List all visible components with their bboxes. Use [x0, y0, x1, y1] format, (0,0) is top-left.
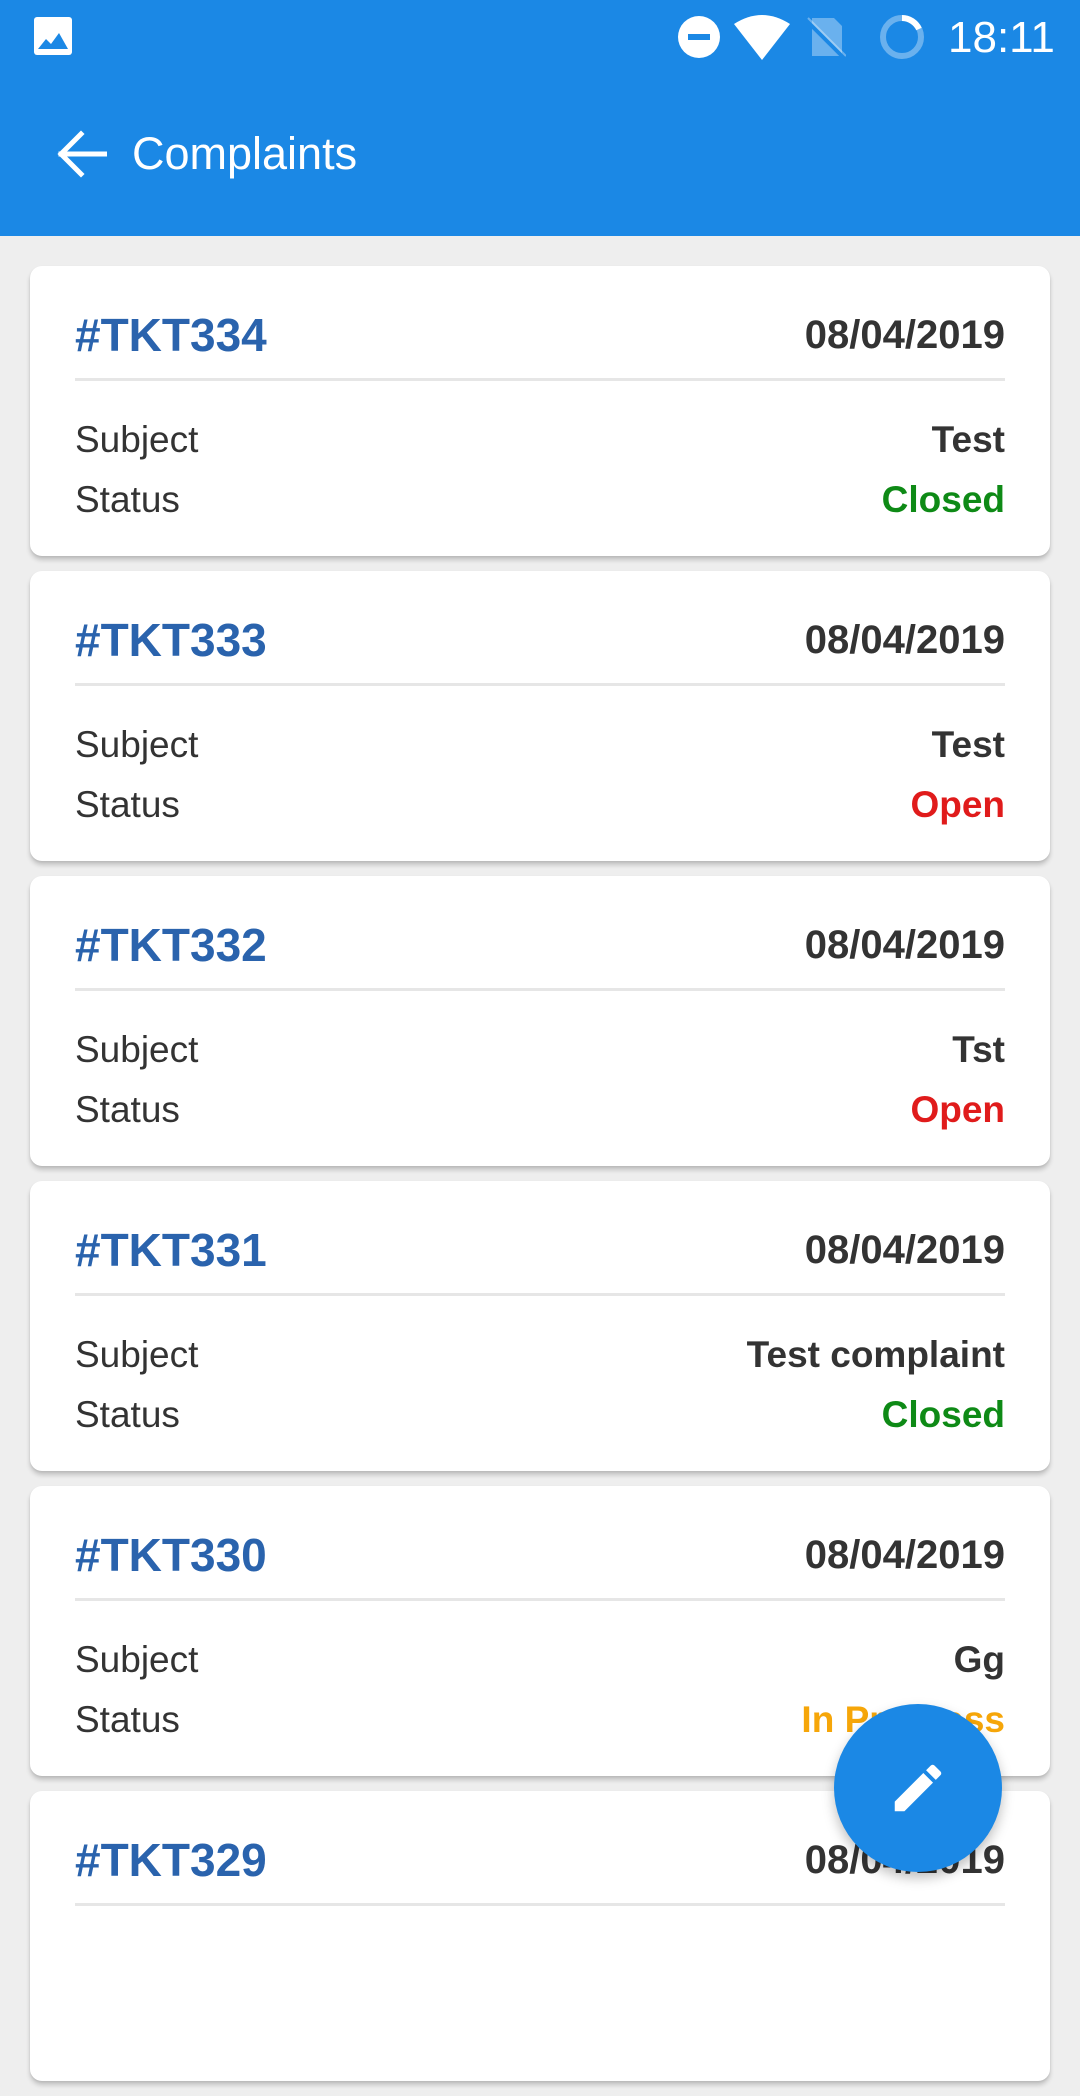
divider	[75, 988, 1005, 991]
status-label: Status	[75, 1394, 180, 1435]
do-not-disturb-icon	[678, 16, 720, 58]
ticket-date: 08/04/2019	[804, 1228, 1005, 1272]
ticket-id: #TKT334	[75, 309, 267, 361]
back-button[interactable]	[48, 124, 114, 184]
gallery-icon	[34, 17, 72, 55]
battery-saver-icon	[880, 15, 924, 59]
ticket-id: #TKT331	[75, 1224, 267, 1276]
new-complaint-button[interactable]	[834, 1704, 1002, 1872]
ticket-date: 08/04/2019	[804, 618, 1005, 662]
status-bar: 18:11	[0, 0, 1080, 76]
subject-label: Subject	[75, 1029, 199, 1070]
ticket-id: #TKT329	[75, 1834, 267, 1886]
divider	[75, 1598, 1005, 1601]
status-value: Open	[910, 1089, 1005, 1130]
subject-value: Gg	[953, 1639, 1005, 1680]
ticket-date: 08/04/2019	[804, 1533, 1005, 1577]
ticket-id: #TKT333	[75, 614, 267, 666]
page-title: Complaints	[132, 128, 358, 179]
clock: 18:11	[948, 13, 1055, 62]
subject-value: Test	[931, 724, 1005, 765]
divider	[75, 683, 1005, 686]
status-label: Status	[75, 1089, 180, 1130]
no-sim-icon	[806, 17, 846, 60]
complaint-card[interactable]: #TKT332 08/04/2019 Subject Tst Status Op…	[30, 876, 1050, 1166]
subject-label: Subject	[75, 1334, 199, 1375]
subject-value: Test complaint	[746, 1334, 1005, 1375]
ticket-id: #TKT332	[75, 919, 267, 971]
status-label: Status	[75, 784, 180, 825]
complaint-card[interactable]: #TKT334 08/04/2019 Subject Test Status C…	[30, 266, 1050, 556]
subject-value: Tst	[952, 1029, 1005, 1070]
ticket-date: 08/04/2019	[804, 313, 1005, 357]
subject-label: Subject	[75, 419, 199, 460]
pencil-icon	[894, 1764, 942, 1812]
status-label: Status	[75, 1699, 180, 1740]
wifi-icon	[734, 15, 790, 60]
complaint-card[interactable]: #TKT331 08/04/2019 Subject Test complain…	[30, 1181, 1050, 1471]
status-value: Closed	[881, 479, 1005, 520]
divider	[75, 1903, 1005, 1906]
subject-label: Subject	[75, 1639, 199, 1680]
subject-value: Test	[931, 419, 1005, 460]
divider	[75, 1293, 1005, 1296]
status-value: Closed	[881, 1394, 1005, 1435]
status-label: Status	[75, 479, 180, 520]
divider	[75, 378, 1005, 381]
complaint-card[interactable]: #TKT333 08/04/2019 Subject Test Status O…	[30, 571, 1050, 861]
subject-label: Subject	[75, 724, 199, 765]
status-value: Open	[910, 784, 1005, 825]
arrow-left-icon	[57, 130, 107, 178]
ticket-date: 08/04/2019	[804, 923, 1005, 967]
app-bar: 18:11 Complaints	[0, 0, 1080, 236]
ticket-id: #TKT330	[75, 1529, 267, 1581]
